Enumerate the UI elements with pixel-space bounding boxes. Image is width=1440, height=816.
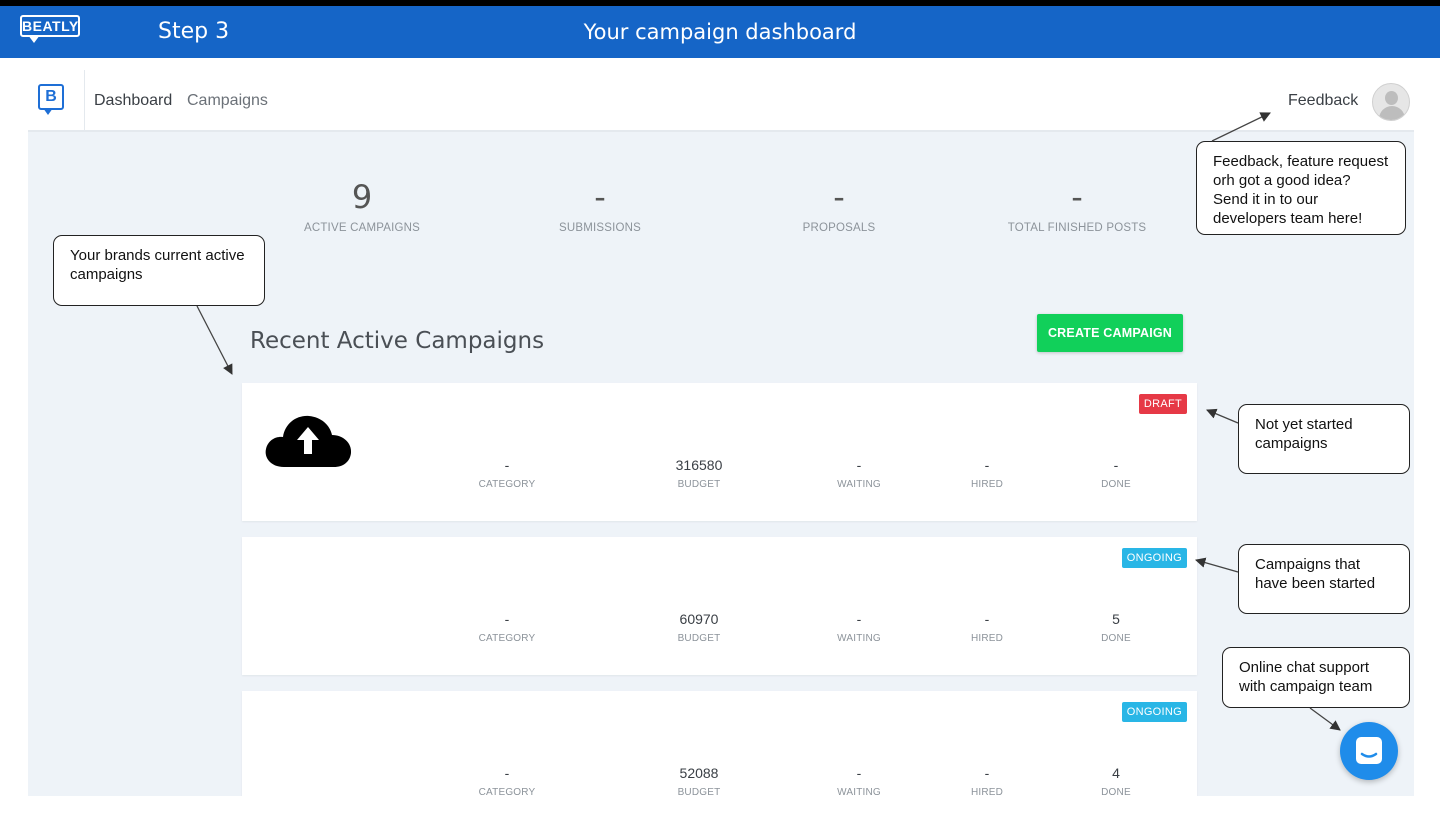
tutorial-banner: BEATLY Step 3 Your campaign dashboard bbox=[0, 0, 1440, 58]
annotation-feedback: Feedback, feature request orh got a good… bbox=[1196, 141, 1406, 235]
category-label: CATEGORY bbox=[478, 479, 536, 490]
annotation-chat: Online chat support with campaign team bbox=[1222, 647, 1410, 708]
banner-title: Your campaign dashboard bbox=[583, 20, 857, 44]
category-value: - bbox=[504, 765, 510, 781]
hired-label: HIRED bbox=[970, 479, 1004, 490]
budget-label: BUDGET bbox=[677, 787, 721, 796]
hired-label: HIRED bbox=[970, 633, 1004, 644]
user-avatar-icon[interactable] bbox=[1372, 83, 1410, 121]
top-nav: B Dashboard Campaigns Feedback bbox=[28, 70, 1414, 132]
done-value: 4 bbox=[1112, 765, 1120, 781]
budget-value: 60970 bbox=[679, 611, 719, 627]
category-label: CATEGORY bbox=[478, 787, 536, 796]
hired-value: - bbox=[984, 457, 990, 473]
avatar-body bbox=[1379, 106, 1405, 120]
stat-value: - bbox=[1071, 178, 1083, 216]
stat-value: - bbox=[594, 178, 606, 216]
hired-value: - bbox=[984, 765, 990, 781]
status-badge: ONGOING bbox=[1121, 702, 1187, 722]
status-badge: DRAFT bbox=[1138, 394, 1187, 414]
stat-label: SUBMISSIONS bbox=[558, 222, 642, 234]
brand-logo-tail bbox=[43, 108, 53, 115]
status-badge: ONGOING bbox=[1121, 548, 1187, 568]
waiting-label: WAITING bbox=[837, 633, 881, 644]
campaign-card[interactable]: ONGOING - CATEGORY 60970 BUDGET - WAITING -… bbox=[242, 537, 1197, 675]
annotation-draft: Not yet started campaigns bbox=[1238, 404, 1410, 474]
category-col: - CATEGORY bbox=[447, 457, 567, 490]
hired-label: HIRED bbox=[970, 787, 1004, 796]
hired-value: - bbox=[984, 611, 990, 627]
category-label: CATEGORY bbox=[478, 633, 536, 644]
hired-col: - HIRED bbox=[927, 765, 1047, 796]
waiting-col: - WAITING bbox=[799, 457, 919, 490]
stat-label: ACTIVE CAMPAIGNS bbox=[303, 222, 421, 234]
chat-icon bbox=[1356, 737, 1382, 764]
brand-logo-letter: B bbox=[38, 84, 64, 110]
done-label: DONE bbox=[1101, 787, 1131, 796]
waiting-col: - WAITING bbox=[799, 765, 919, 796]
waiting-col: - WAITING bbox=[799, 611, 919, 644]
stat-label: PROPOSALS bbox=[802, 222, 876, 234]
done-value: - bbox=[1113, 457, 1119, 473]
category-value: - bbox=[504, 457, 510, 473]
budget-label: BUDGET bbox=[677, 479, 721, 490]
nav-divider bbox=[84, 70, 85, 132]
annotation-started: Campaigns that have been started bbox=[1238, 544, 1410, 614]
annotation-active-campaigns: Your brands current active campaigns bbox=[53, 235, 265, 306]
waiting-value: - bbox=[856, 611, 862, 627]
stat-submissions: - SUBMISSIONS bbox=[480, 178, 720, 234]
stat-active-campaigns: 9 ACTIVE CAMPAIGNS bbox=[242, 178, 482, 234]
stat-proposals: - PROPOSALS bbox=[719, 178, 959, 234]
done-col: 5 DONE bbox=[1056, 611, 1176, 644]
done-label: DONE bbox=[1101, 633, 1131, 644]
category-col: - CATEGORY bbox=[447, 765, 567, 796]
section-title: Recent Active Campaigns bbox=[250, 328, 545, 354]
stat-value: 9 bbox=[351, 178, 373, 216]
budget-value: 316580 bbox=[675, 457, 723, 473]
budget-value: 52088 bbox=[679, 765, 719, 781]
done-col: 4 DONE bbox=[1056, 765, 1176, 796]
waiting-value: - bbox=[856, 765, 862, 781]
nav-dashboard-link[interactable]: Dashboard bbox=[94, 92, 172, 110]
create-campaign-button[interactable]: CREATE CAMPAIGN bbox=[1037, 314, 1183, 352]
category-col: - CATEGORY bbox=[447, 611, 567, 644]
waiting-value: - bbox=[856, 457, 862, 473]
cloud-upload-icon bbox=[265, 415, 352, 467]
avatar-head bbox=[1385, 91, 1398, 105]
feedback-link[interactable]: Feedback bbox=[1288, 92, 1358, 110]
stat-value: - bbox=[833, 178, 845, 216]
done-col: - DONE bbox=[1056, 457, 1176, 490]
budget-label: BUDGET bbox=[677, 633, 721, 644]
waiting-label: WAITING bbox=[837, 787, 881, 796]
hired-col: - HIRED bbox=[927, 611, 1047, 644]
done-value: 5 bbox=[1112, 611, 1120, 627]
budget-col: 316580 BUDGET bbox=[639, 457, 759, 490]
category-value: - bbox=[504, 611, 510, 627]
nav-campaigns-link[interactable]: Campaigns bbox=[187, 92, 268, 110]
hired-col: - HIRED bbox=[927, 457, 1047, 490]
stat-label: TOTAL FINISHED POSTS bbox=[1007, 222, 1147, 234]
campaign-card[interactable]: DRAFT - CATEGORY 316580 BUDGET - WAITING - H… bbox=[242, 383, 1197, 521]
done-label: DONE bbox=[1101, 479, 1131, 490]
brand-logo[interactable]: B bbox=[38, 84, 66, 118]
budget-col: 52088 BUDGET bbox=[639, 765, 759, 796]
budget-col: 60970 BUDGET bbox=[639, 611, 759, 644]
stat-total-finished-posts: - TOTAL FINISHED POSTS bbox=[957, 178, 1197, 234]
campaign-card[interactable]: ONGOING - CATEGORY 52088 BUDGET - WAITING -… bbox=[242, 691, 1197, 796]
waiting-label: WAITING bbox=[837, 479, 881, 490]
chat-support-button[interactable] bbox=[1340, 722, 1398, 780]
